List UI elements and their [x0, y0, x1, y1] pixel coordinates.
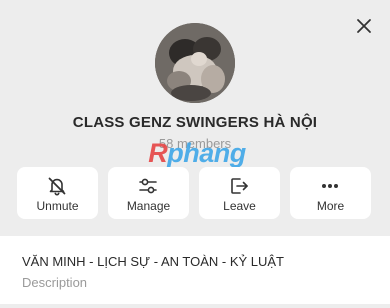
sliders-icon	[137, 175, 159, 197]
watermark-first-letter: R	[148, 138, 168, 168]
close-button[interactable]	[350, 12, 378, 40]
unmute-button[interactable]: Unmute	[17, 167, 98, 219]
watermark-rest: phang	[167, 138, 246, 168]
action-bar: Unmute Manage Leave More	[17, 167, 373, 219]
leave-button[interactable]: Leave	[199, 167, 280, 219]
unmute-label: Unmute	[36, 199, 79, 213]
description-text: VĂN MINH - LỊCH SỰ - AN TOÀN - KỶ LUẬT	[22, 254, 284, 269]
watermark-logo: Rphang	[137, 138, 257, 169]
group-info-panel: CLASS GENZ SWINGERS HÀ NỘI 58 members Rp…	[0, 0, 390, 308]
group-avatar-photo	[155, 23, 235, 103]
more-label: More	[316, 199, 345, 213]
close-icon	[357, 19, 371, 33]
more-dots-icon	[319, 175, 341, 197]
more-button[interactable]: More	[290, 167, 371, 219]
bell-off-icon	[46, 175, 68, 197]
leave-label: Leave	[223, 199, 256, 213]
manage-button[interactable]: Manage	[108, 167, 189, 219]
description-card[interactable]: VĂN MINH - LỊCH SỰ - AN TOÀN - KỶ LUẬT D…	[0, 236, 390, 304]
manage-label: Manage	[126, 199, 171, 213]
description-label: Description	[22, 275, 88, 290]
group-avatar[interactable]	[155, 23, 235, 103]
exit-icon	[228, 175, 250, 197]
group-name: CLASS GENZ SWINGERS HÀ NỘI	[72, 114, 318, 131]
